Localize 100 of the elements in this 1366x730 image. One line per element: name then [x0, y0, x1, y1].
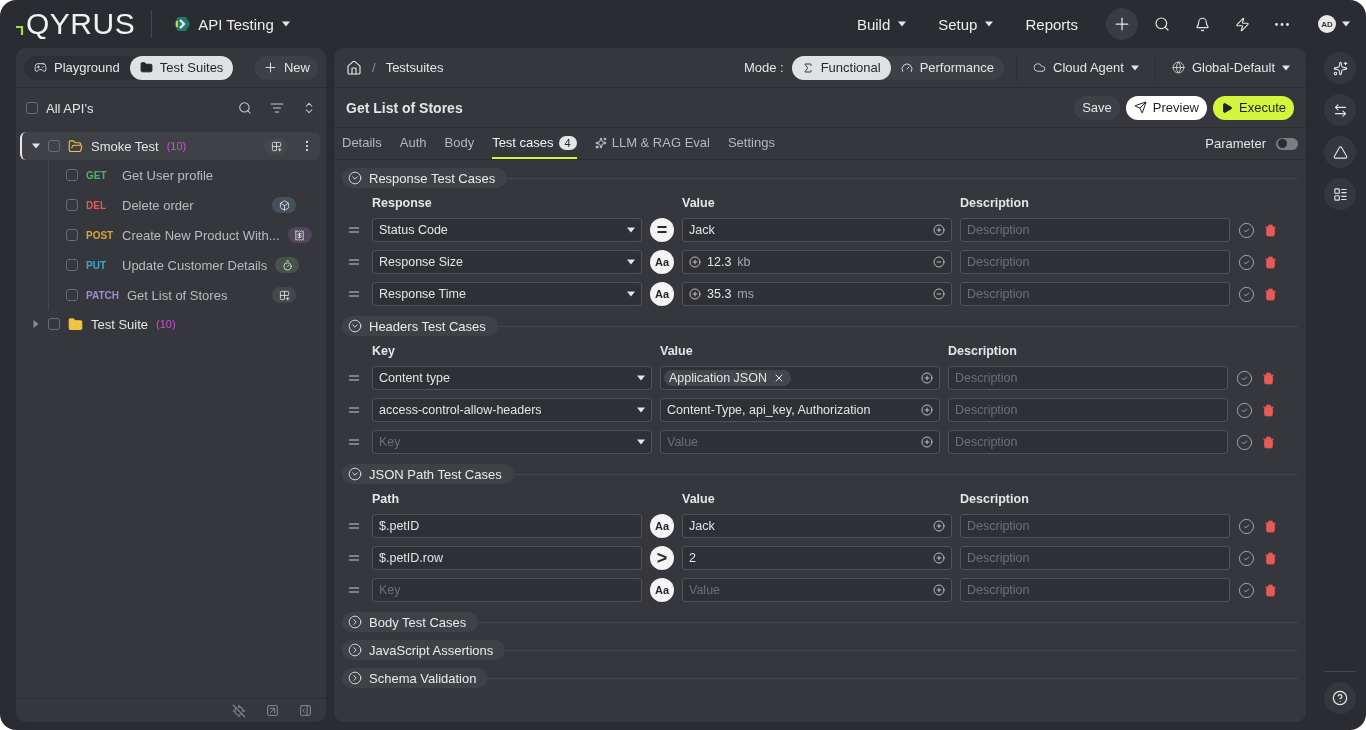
- check-icon[interactable]: [1236, 369, 1253, 387]
- sidebar-tab[interactable]: Playground: [24, 55, 130, 80]
- hide-button[interactable]: [232, 703, 246, 718]
- delete-icon[interactable]: [1264, 519, 1277, 533]
- api-item[interactable]: PUT Update Customer Details: [49, 250, 326, 280]
- preview-button[interactable]: Preview: [1125, 95, 1207, 120]
- value-field[interactable]: Application JSON: [660, 366, 940, 390]
- section-toggle[interactable]: Response Test Cases: [342, 168, 508, 188]
- mode-option[interactable]: Performance: [890, 55, 1005, 80]
- value-field[interactable]: 2: [682, 546, 952, 570]
- key-select[interactable]: Response Time: [372, 282, 642, 306]
- agent-dropdown[interactable]: Cloud Agent: [1029, 60, 1143, 75]
- ai-button[interactable]: [1324, 52, 1356, 84]
- tab[interactable]: Auth: [399, 128, 427, 159]
- api-item[interactable]: POST Create New Product With...: [49, 220, 326, 250]
- checkbox[interactable]: [66, 229, 78, 241]
- description-field[interactable]: Description: [960, 546, 1230, 570]
- check-icon[interactable]: [1238, 253, 1255, 271]
- checkbox[interactable]: [66, 259, 78, 271]
- key-select[interactable]: Status Code: [372, 218, 642, 242]
- sidebar-tab[interactable]: Test Suites: [129, 55, 234, 80]
- check-icon[interactable]: [1238, 581, 1255, 599]
- description-field[interactable]: Description: [948, 430, 1228, 454]
- user-menu[interactable]: AD: [1318, 15, 1350, 33]
- triangle-button[interactable]: [1324, 136, 1356, 168]
- section-toggle[interactable]: JSON Path Test Cases: [342, 464, 514, 484]
- value-field[interactable]: 12.3 kb: [682, 250, 952, 274]
- api-item[interactable]: PATCH Get List of Stores: [49, 280, 326, 310]
- checkbox[interactable]: [26, 102, 38, 114]
- swap-button[interactable]: [1324, 94, 1356, 126]
- description-field[interactable]: Description: [948, 366, 1228, 390]
- key-field[interactable]: Key: [372, 578, 642, 602]
- list-button[interactable]: [1324, 178, 1356, 210]
- key-select[interactable]: Response Size: [372, 250, 642, 274]
- open-external-button[interactable]: [266, 704, 279, 717]
- checkbox[interactable]: [48, 318, 60, 330]
- check-icon[interactable]: [1238, 221, 1255, 239]
- delete-icon[interactable]: [1264, 287, 1277, 301]
- operator-toggle[interactable]: Aa: [650, 282, 674, 306]
- tab[interactable]: Test cases 4: [492, 128, 577, 159]
- tab[interactable]: Details: [342, 128, 382, 159]
- api-item[interactable]: GET Get User profile: [49, 160, 326, 190]
- operator-toggle[interactable]: Aa: [650, 578, 674, 602]
- operator-toggle[interactable]: >: [650, 546, 674, 570]
- value-field[interactable]: Jack: [682, 514, 952, 538]
- key-field[interactable]: $.petID.row: [372, 546, 642, 570]
- nav-menu[interactable]: Build: [840, 15, 923, 33]
- section-toggle[interactable]: JavaScript Assertions: [342, 640, 506, 660]
- description-field[interactable]: Description: [948, 398, 1228, 422]
- operator-toggle[interactable]: Aa: [650, 250, 674, 274]
- search-button[interactable]: [238, 101, 252, 115]
- key-field[interactable]: $.petID: [372, 514, 642, 538]
- check-icon[interactable]: [1236, 401, 1253, 419]
- checkbox[interactable]: [66, 169, 78, 181]
- key-select[interactable]: access-control-allow-headers: [372, 398, 652, 422]
- section-toggle[interactable]: Headers Test Cases: [342, 316, 498, 336]
- delete-icon[interactable]: [1264, 583, 1277, 597]
- key-select[interactable]: Content type: [372, 366, 652, 390]
- description-field[interactable]: Description: [960, 578, 1230, 602]
- delete-icon[interactable]: [1262, 403, 1275, 417]
- breadcrumb-item[interactable]: Testsuites: [385, 60, 444, 75]
- new-button[interactable]: New: [255, 55, 318, 80]
- description-field[interactable]: Description: [960, 218, 1230, 242]
- tab[interactable]: LLM & RAG Eval: [594, 128, 710, 159]
- checkbox[interactable]: [66, 199, 78, 211]
- help-button[interactable]: [1324, 682, 1356, 714]
- operator-toggle[interactable]: =: [650, 218, 674, 242]
- save-button[interactable]: Save: [1074, 95, 1120, 120]
- delete-icon[interactable]: [1264, 223, 1277, 237]
- add-button[interactable]: [1106, 8, 1138, 40]
- checkbox[interactable]: [48, 140, 60, 152]
- value-field[interactable]: Jack: [682, 218, 952, 242]
- delete-icon[interactable]: [1264, 255, 1277, 269]
- check-icon[interactable]: [1238, 285, 1255, 303]
- section-toggle[interactable]: Body Test Cases: [342, 612, 479, 632]
- parameter-switch[interactable]: [1276, 137, 1298, 150]
- environment-dropdown[interactable]: Global-Default: [1167, 60, 1294, 75]
- tree-item[interactable]: Test Suite (10): [20, 310, 320, 338]
- checkbox[interactable]: [66, 289, 78, 301]
- nav-menu[interactable]: Setup: [922, 15, 1010, 33]
- description-field[interactable]: Description: [960, 514, 1230, 538]
- operator-toggle[interactable]: Aa: [650, 514, 674, 538]
- home-button[interactable]: [346, 59, 362, 76]
- mode-option[interactable]: Functional: [791, 55, 891, 80]
- app-switcher[interactable]: API Testing: [174, 15, 290, 33]
- check-icon[interactable]: [1236, 433, 1253, 451]
- value-field[interactable]: Content-Type, api_key, Authorization: [660, 398, 940, 422]
- tab[interactable]: Settings: [727, 128, 775, 159]
- delete-icon[interactable]: [1262, 371, 1275, 385]
- nav-menu[interactable]: Reports: [1009, 15, 1094, 33]
- execute-button[interactable]: Execute: [1213, 95, 1294, 120]
- delete-icon[interactable]: [1262, 435, 1275, 449]
- check-icon[interactable]: [1238, 517, 1255, 535]
- tab[interactable]: Body: [444, 128, 475, 159]
- delete-icon[interactable]: [1264, 551, 1277, 565]
- check-icon[interactable]: [1238, 549, 1255, 567]
- api-item[interactable]: DEL Delete order: [49, 190, 326, 220]
- tree-item[interactable]: Smoke Test (10): [20, 132, 320, 160]
- collapse-panel-button[interactable]: [299, 704, 312, 717]
- filter-button[interactable]: [270, 101, 284, 115]
